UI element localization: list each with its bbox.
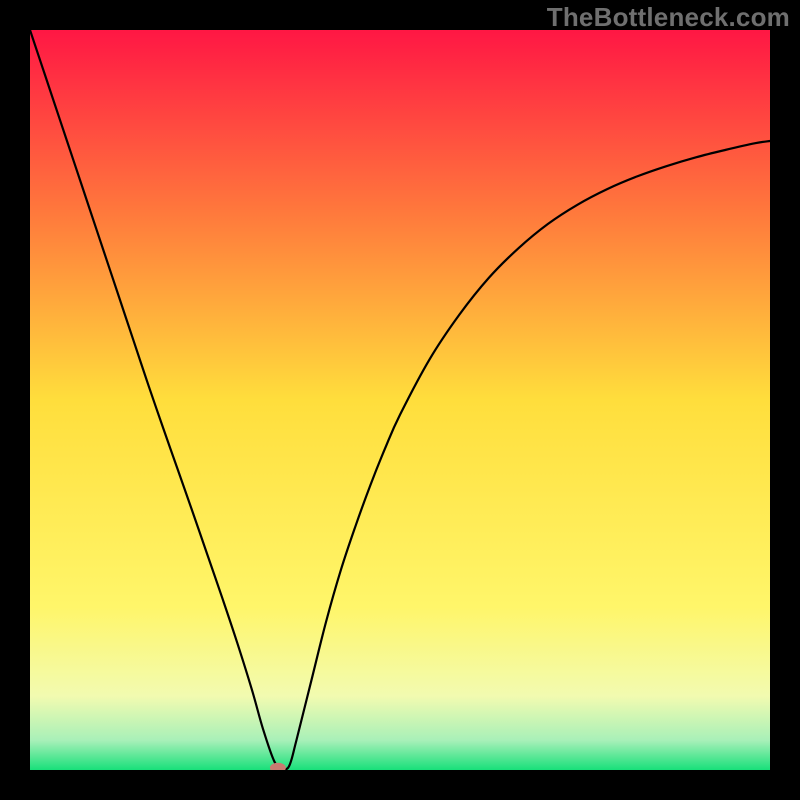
gradient-background (30, 30, 770, 770)
watermark-text: TheBottleneck.com (547, 2, 790, 33)
bottleneck-chart (30, 30, 770, 770)
chart-frame: TheBottleneck.com (0, 0, 800, 800)
